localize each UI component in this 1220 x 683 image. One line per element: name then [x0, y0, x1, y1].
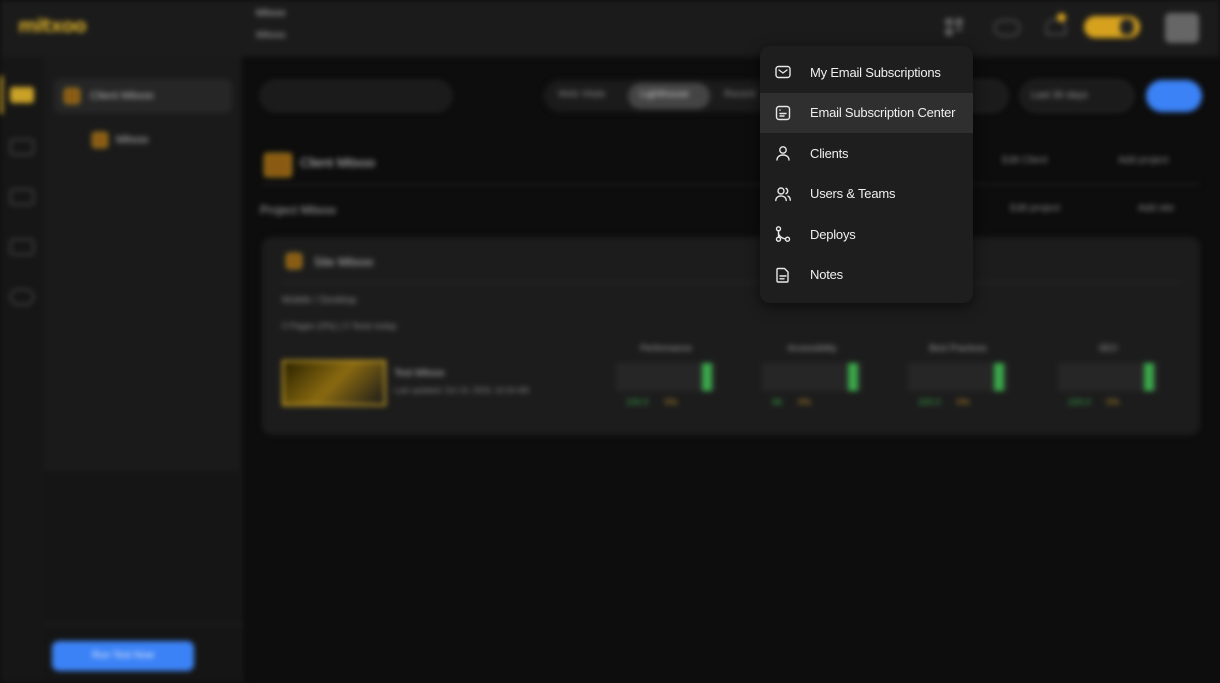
metric-bar: [616, 363, 716, 391]
note-icon: [774, 266, 792, 284]
gauge-icon[interactable]: [10, 289, 34, 305]
tree-footer: Run Test Now: [44, 624, 242, 683]
site-thumbnail[interactable]: [282, 360, 386, 406]
metric-accessibility: Accessibility 96 0%: [762, 343, 862, 407]
metric-change: 0%: [1106, 397, 1120, 407]
app-root: mitxoo Mitxoo Mitxoo Client Mitxoo Mitxo…: [0, 0, 1220, 683]
notification-badge: [1057, 13, 1066, 22]
divider: [282, 282, 1180, 283]
segment-label[interactable]: Web Vitals: [558, 89, 605, 100]
segment-label[interactable]: Lighthouse: [640, 89, 689, 100]
client-header: Client Mitxoo Edit Client Add project: [262, 147, 1200, 185]
chart-icon[interactable]: [10, 139, 34, 155]
top-bar: mitxoo Mitxoo Mitxoo: [0, 0, 1220, 57]
metric-seo: SEO 100.0 0%: [1058, 343, 1158, 407]
metric-label: Performance: [640, 343, 692, 353]
segment-label[interactable]: Recent: [724, 89, 756, 100]
add-site-button[interactable]: Add site: [1138, 203, 1174, 214]
metric-score: 100.0: [626, 397, 649, 407]
monitor-icon[interactable]: [10, 189, 34, 205]
mail-icon: [774, 63, 792, 81]
client-title: Client Mitxoo: [300, 155, 376, 170]
apps-dropdown-menu: My Email Subscriptions Email Subscriptio…: [760, 46, 973, 303]
tree-item-label: Client Mitxoo: [90, 90, 154, 102]
rail-selected-indicator: [0, 76, 3, 114]
metric-change: 0%: [664, 397, 678, 407]
metric-score: 100.0: [918, 397, 941, 407]
menu-item-email-subscription-center[interactable]: Email Subscription Center: [760, 92, 973, 133]
git-branch-icon: [774, 225, 792, 243]
metric-label: Best Practices: [929, 343, 987, 353]
metric-bar: [908, 363, 1008, 391]
site-card: Site Mitxoo Mobile / Desktop 0 Pages (0%…: [262, 237, 1200, 435]
site-name: Site Mitxoo: [314, 255, 374, 269]
workspace-select[interactable]: Mitxoo: [256, 30, 285, 41]
filter-button[interactable]: [1146, 80, 1202, 112]
theme-toggle[interactable]: [1084, 16, 1140, 38]
view-segmented-control[interactable]: Web Vitals Lighthouse Recent: [544, 80, 774, 112]
main-content: Web Vitals Lighthouse Recent Last 30 day…: [242, 57, 1220, 683]
metric-score: 96: [772, 397, 783, 407]
apps-grid-icon[interactable]: [946, 19, 963, 36]
metric-change: 0%: [956, 397, 970, 407]
menu-item-label: Clients: [810, 145, 849, 161]
menu-item-label: My Email Subscriptions: [810, 64, 941, 80]
blurred-background: mitxoo Mitxoo Mitxoo Client Mitxoo Mitxo…: [0, 0, 1220, 683]
metric-bar: [1058, 363, 1158, 391]
metric-bar: [762, 363, 862, 391]
logo: mitxoo: [18, 15, 87, 37]
menu-item-notes[interactable]: Notes: [760, 255, 973, 296]
metric-change: 0%: [798, 397, 812, 407]
site-icon: [286, 253, 302, 269]
menu-item-label: Email Subscription Center: [810, 105, 956, 121]
client-tree-panel: Client Mitxoo Mitxoo Run Test Now: [44, 57, 242, 683]
project-title: Project Mitxoo: [260, 203, 337, 217]
client-icon: [64, 88, 80, 104]
tree-item-label: Mitxoo: [116, 134, 149, 146]
site-subtitle: Mobile / Desktop: [282, 295, 357, 306]
tree-item-client[interactable]: Client Mitxoo: [54, 79, 232, 113]
date-range-select[interactable]: Last 30 days: [1020, 80, 1134, 112]
people-icon[interactable]: [10, 239, 34, 255]
metric-label: Accessibility: [787, 343, 837, 353]
menu-item-label: Notes: [810, 267, 843, 283]
site-counts: 0 Pages (0%) | 0 Tests today: [282, 321, 397, 331]
workspace-label: Mitxoo: [256, 8, 286, 19]
menu-item-clients[interactable]: Clients: [760, 133, 973, 174]
run-test-button[interactable]: Run Test Now: [52, 641, 194, 671]
menu-item-label: Users & Teams: [810, 186, 896, 202]
metric-score: 100.0: [1068, 397, 1091, 407]
test-name[interactable]: Test Mitxoo: [394, 368, 445, 379]
users-icon: [774, 185, 792, 203]
search-input[interactable]: [260, 80, 452, 112]
test-meta: Last updated: Oct 10, 2024, 10:24 AM: [394, 386, 529, 395]
edit-client-button[interactable]: Edit Client: [1002, 155, 1048, 166]
client-icon: [264, 153, 292, 177]
database-icon[interactable]: [10, 87, 34, 103]
avatar[interactable]: [1165, 13, 1199, 43]
menu-item-label: Deploys: [810, 226, 856, 242]
document-list-icon: [774, 104, 792, 122]
tree-top: [44, 57, 242, 471]
side-rail: [0, 57, 44, 683]
metric-label: SEO: [1098, 343, 1118, 353]
add-project-button[interactable]: Add project: [1118, 155, 1169, 166]
mode-icon[interactable]: [994, 20, 1020, 36]
menu-item-my-email-subscriptions[interactable]: My Email Subscriptions: [760, 52, 973, 93]
menu-item-users-teams[interactable]: Users & Teams: [760, 174, 973, 215]
project-icon: [92, 132, 108, 148]
user-icon: [774, 144, 792, 162]
metric-performance: Performance 100.0 0%: [616, 343, 716, 407]
metric-best-practices: Best Practices 100.0 0%: [908, 343, 1008, 407]
edit-project-button[interactable]: Edit project: [1010, 203, 1060, 214]
menu-item-deploys[interactable]: Deploys: [760, 214, 973, 255]
